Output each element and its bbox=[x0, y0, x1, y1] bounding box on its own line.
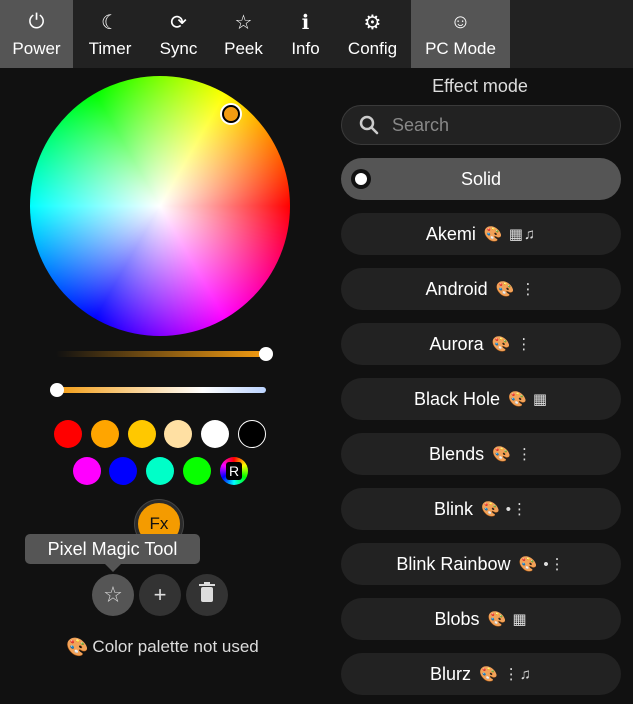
effect-item-solid[interactable]: Solid bbox=[341, 158, 621, 200]
palette-note: 🎨 Color palette not used bbox=[66, 636, 259, 658]
tab-info-label: Info bbox=[291, 39, 320, 58]
tooltip-text: Pixel Magic Tool bbox=[47, 538, 178, 559]
quick-color-magenta[interactable] bbox=[73, 457, 101, 485]
tab-config-label: Config bbox=[347, 39, 398, 58]
tab-sync-label: Sync bbox=[159, 39, 198, 58]
trash-icon bbox=[199, 582, 215, 608]
add-preset-button[interactable]: + bbox=[139, 574, 181, 616]
effect-name: Blink bbox=[433, 498, 473, 519]
quick-color-white[interactable] bbox=[201, 420, 229, 448]
tooltip: Pixel Magic Tool bbox=[25, 534, 200, 572]
effect-name: Akemi bbox=[425, 223, 476, 244]
effect-item-black-hole[interactable]: Black Hole 🎨 ▦ bbox=[341, 378, 621, 420]
effect-name: Blurz bbox=[429, 663, 471, 684]
white-balance-slider[interactable] bbox=[56, 387, 266, 393]
info-icon: ℹ bbox=[301, 11, 310, 34]
smiley-icon: ☺ bbox=[450, 10, 471, 33]
moon-icon: ☾ bbox=[101, 11, 119, 34]
color-wheel-handle[interactable] bbox=[222, 105, 240, 123]
tab-info[interactable]: ℹ Info bbox=[277, 0, 334, 68]
tab-sync[interactable]: ⟳ Sync bbox=[147, 0, 210, 68]
effect-name: Aurora bbox=[429, 333, 484, 354]
brightness-slider[interactable] bbox=[56, 351, 266, 357]
color-wheel[interactable] bbox=[30, 76, 290, 336]
tab-timer[interactable]: ☾ Timer bbox=[73, 0, 147, 68]
sync-icon: ⟳ bbox=[170, 11, 187, 34]
random-color-label: R bbox=[226, 462, 242, 480]
tab-pc-mode[interactable]: ☺ PC Mode bbox=[411, 0, 510, 68]
plus-icon: + bbox=[153, 582, 167, 607]
effect-item-blobs[interactable]: Blobs 🎨 ▦ bbox=[341, 598, 621, 640]
pixel-magic-tool-button[interactable]: ☆ bbox=[92, 574, 134, 616]
effect-flags-icon: 🎨 ▦ bbox=[487, 611, 528, 628]
palette-icon: 🎨 bbox=[66, 636, 89, 657]
delete-button[interactable] bbox=[186, 574, 228, 616]
brightness-slider-handle[interactable] bbox=[259, 347, 273, 361]
tab-power[interactable]: ⏻ Power bbox=[0, 0, 73, 68]
search-icon bbox=[358, 114, 380, 136]
effect-flags-icon: 🎨 ⋮ bbox=[491, 336, 533, 353]
tab-pc-mode-label: PC Mode bbox=[425, 39, 496, 58]
quick-color-cyan[interactable] bbox=[146, 457, 174, 485]
quick-color-green[interactable] bbox=[183, 457, 211, 485]
effect-search[interactable] bbox=[341, 105, 621, 145]
effect-name: Solid bbox=[460, 168, 502, 189]
tab-config[interactable]: ⚙ Config bbox=[334, 0, 411, 68]
effect-name: Blobs bbox=[434, 608, 480, 629]
quick-color-amber[interactable] bbox=[128, 420, 156, 448]
tab-power-label: Power bbox=[12, 39, 61, 58]
quick-color-orange[interactable] bbox=[91, 420, 119, 448]
tab-peek[interactable]: ☆ Peek bbox=[210, 0, 277, 68]
star-outline-icon: ☆ bbox=[103, 582, 123, 607]
gear-icon: ⚙ bbox=[363, 11, 382, 34]
palette-note-text: Color palette not used bbox=[92, 637, 259, 656]
white-balance-slider-handle[interactable] bbox=[50, 383, 64, 397]
quick-color-red[interactable] bbox=[54, 420, 82, 448]
effect-name: Android bbox=[425, 278, 488, 299]
effect-mode-title: Effect mode bbox=[432, 76, 528, 96]
power-icon: ⏻ bbox=[28, 10, 45, 33]
random-color-button[interactable]: R bbox=[220, 457, 248, 485]
quick-color-black[interactable] bbox=[238, 420, 266, 448]
effect-flags-icon: 🎨 •⋮ bbox=[518, 556, 566, 573]
effect-item-akemi[interactable]: Akemi 🎨 ▦♫ bbox=[341, 213, 621, 255]
effect-name: Blink Rainbow bbox=[396, 553, 511, 574]
effect-flags-icon: 🎨 ⋮♫ bbox=[478, 666, 533, 683]
effect-name: Black Hole bbox=[413, 388, 500, 409]
effect-item-aurora[interactable]: Aurora 🎨 ⋮ bbox=[341, 323, 621, 365]
effect-flags-icon: 🎨 ▦♫ bbox=[483, 226, 537, 243]
effect-flags-icon: 🎨 ⋮ bbox=[495, 281, 537, 298]
effect-flags-icon: 🎨 ▦ bbox=[508, 391, 549, 408]
star-outline-icon: ☆ bbox=[234, 11, 253, 34]
effect-flags-icon: 🎨 •⋮ bbox=[480, 501, 529, 518]
effect-item-blends[interactable]: Blends 🎨 ⋮ bbox=[341, 433, 621, 475]
tab-timer-label: Timer bbox=[88, 39, 132, 58]
effect-item-blurz[interactable]: Blurz 🎨 ⋮♫ bbox=[341, 653, 621, 695]
tab-peek-label: Peek bbox=[224, 39, 263, 58]
effect-flags-icon: 🎨 ⋮ bbox=[492, 446, 533, 463]
effect-item-blink-rainbow[interactable]: Blink Rainbow 🎨 •⋮ bbox=[341, 543, 621, 585]
search-input[interactable] bbox=[390, 113, 604, 137]
quick-color-warm-white[interactable] bbox=[164, 420, 192, 448]
radio-selected-icon bbox=[351, 169, 371, 189]
quick-color-blue[interactable] bbox=[109, 457, 137, 485]
effect-item-android[interactable]: Android 🎨 ⋮ bbox=[341, 268, 621, 310]
top-nav-bar: ⏻ Power ☾ Timer ⟳ Sync ☆ Peek ℹ Info ⚙ C… bbox=[0, 0, 633, 68]
effect-name: Blends bbox=[429, 443, 485, 464]
effect-item-blink[interactable]: Blink 🎨 •⋮ bbox=[341, 488, 621, 530]
fx-button-label: Fx bbox=[149, 514, 169, 533]
